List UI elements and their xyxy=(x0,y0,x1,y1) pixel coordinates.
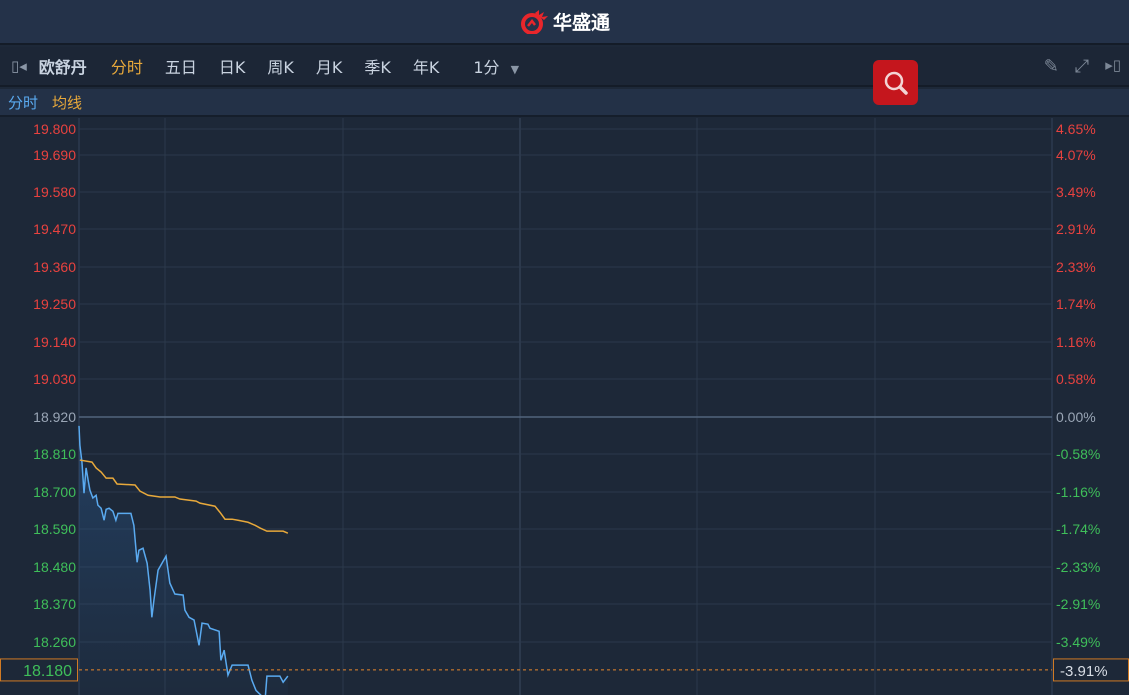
logo-icon xyxy=(520,9,548,34)
price-tick-label: 19.580 xyxy=(33,184,76,200)
collapse-left-icon[interactable]: ▯◂ xyxy=(11,57,27,75)
interval-select[interactable]: 1分 ▼ xyxy=(473,54,519,78)
percent-tick-label: 0.58% xyxy=(1056,371,1096,387)
legend-avg: 均线 xyxy=(52,93,83,112)
percent-tick-label: 1.74% xyxy=(1056,296,1096,312)
price-tick-label: 18.920 xyxy=(33,409,76,425)
price-tick-label: 18.810 xyxy=(33,446,76,462)
percent-tick-label: 2.91% xyxy=(1056,221,1096,237)
current-change-label: -3.91% xyxy=(1060,663,1108,680)
price-tick-label: 19.140 xyxy=(33,334,76,350)
percent-tick-label: 3.49% xyxy=(1056,184,1096,200)
interval-value: 1分 xyxy=(473,58,500,77)
tab-five-day[interactable]: 五日 xyxy=(165,54,197,78)
percent-tick-label: 0.00% xyxy=(1056,409,1096,425)
collapse-right-icon[interactable]: ▸▯ xyxy=(1105,56,1121,77)
price-area xyxy=(79,425,288,695)
price-tick-label: 19.360 xyxy=(33,259,76,275)
legend-price: 分时 xyxy=(8,93,39,112)
price-tick-label: 18.480 xyxy=(33,559,76,575)
percent-tick-label: 4.07% xyxy=(1056,147,1096,163)
toolbar: ▯◂ 欧舒丹 分时 五日 日K 周K 月K 季K 年K 1分 ▼ xyxy=(0,47,1129,87)
percent-tick-label: -1.74% xyxy=(1056,521,1100,537)
current-price-label: 18.180 xyxy=(23,663,72,680)
chevron-down-icon: ▼ xyxy=(510,63,520,76)
percent-tick-label: -0.58% xyxy=(1056,446,1100,462)
price-tick-label: 18.700 xyxy=(33,484,76,500)
percent-tick-label: -1.16% xyxy=(1056,484,1100,500)
search-button[interactable] xyxy=(873,60,918,105)
percent-tick-label: -2.33% xyxy=(1056,559,1100,575)
percent-tick-label: 4.65% xyxy=(1056,121,1096,137)
tab-week-k[interactable]: 周K xyxy=(267,54,294,78)
stock-name: 欧舒丹 xyxy=(38,58,87,77)
price-tick-label: 19.030 xyxy=(33,371,76,387)
title-bar: 华盛通 xyxy=(0,0,1129,45)
tab-quarter-k[interactable]: 季K xyxy=(364,54,391,78)
intraday-chart[interactable]: 19.800 4.65% 19.690 4.07% 19.580 3.49% 19.470 2… xyxy=(0,118,1129,695)
percent-tick-label: -3.49% xyxy=(1056,634,1100,650)
price-tick-label: 19.470 xyxy=(33,221,76,237)
price-tick-label: 18.260 xyxy=(33,634,76,650)
pencil-icon[interactable]: ✎ xyxy=(1044,56,1059,77)
tab-month-k[interactable]: 月K xyxy=(316,54,343,78)
chart-legend: 分时 均线 xyxy=(0,89,1129,117)
fullscreen-icon[interactable]: ⤢ xyxy=(1075,56,1089,77)
price-tick-label: 18.590 xyxy=(33,521,76,537)
app-logo: 华盛通 xyxy=(519,8,610,35)
price-tick-label: 18.370 xyxy=(33,596,76,612)
percent-tick-label: 2.33% xyxy=(1056,259,1096,275)
price-tick-label: 19.250 xyxy=(33,296,76,312)
tab-fenshi[interactable]: 分时 xyxy=(111,54,143,78)
percent-tick-label: -2.91% xyxy=(1056,596,1100,612)
tab-year-k[interactable]: 年K xyxy=(413,54,440,78)
search-icon xyxy=(884,71,908,95)
price-tick-label: 19.690 xyxy=(33,147,76,163)
app-title: 华盛通 xyxy=(552,12,610,34)
tab-day-k[interactable]: 日K xyxy=(219,54,246,78)
price-tick-label: 19.800 xyxy=(33,121,76,137)
percent-tick-label: 1.16% xyxy=(1056,334,1096,350)
toolbar-right-icons: ✎ ⤢ ▸▯ xyxy=(1044,56,1121,77)
